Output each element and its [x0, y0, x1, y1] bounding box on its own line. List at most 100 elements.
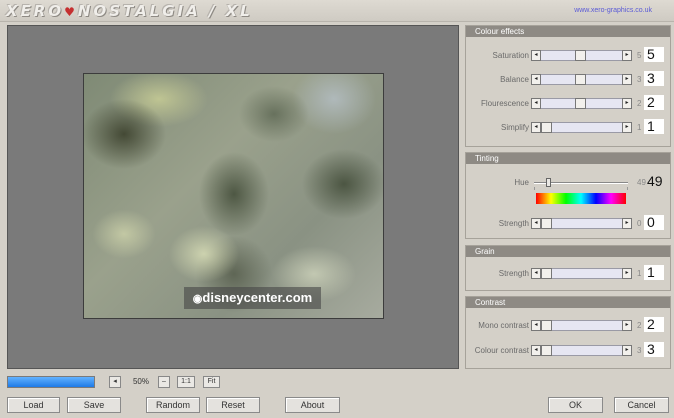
- app-title-left: XERO: [6, 2, 65, 20]
- progress-bar: [7, 376, 95, 388]
- hue-slider[interactable]: [534, 178, 628, 187]
- colour-contrast-slider-thumb[interactable]: [541, 345, 552, 356]
- mono-contrast-label: Mono contrast: [478, 321, 529, 330]
- colour-contrast-left-arrow-icon[interactable]: ◂: [531, 345, 541, 356]
- colour-contrast-right-arrow-icon[interactable]: ▸: [622, 345, 632, 356]
- flourescence-right-arrow-icon[interactable]: ▸: [622, 98, 632, 109]
- balance-right-arrow-icon[interactable]: ▸: [622, 74, 632, 85]
- load-button[interactable]: Load: [7, 397, 60, 413]
- balance-row: Balance ◂ ▸ 3 3: [466, 71, 670, 86]
- flourescence-label: Flourescence: [480, 99, 529, 108]
- grain-strength-right-arrow-icon[interactable]: ▸: [622, 268, 632, 279]
- tinting-section: Tinting Hue 49 49 Strength ◂ ▸ 0 0: [465, 152, 671, 239]
- tint-strength-value[interactable]: 0: [644, 215, 664, 230]
- saturation-value[interactable]: 5: [644, 47, 664, 62]
- flourescence-value[interactable]: 2: [644, 95, 664, 110]
- mono-contrast-small-value: 2: [637, 321, 642, 330]
- tint-strength-left-arrow-icon[interactable]: ◂: [531, 218, 541, 229]
- watermark-text: disneycenter.com: [202, 290, 313, 305]
- colour-effects-section: Colour effects Saturation ◂ ▸ 5 5 Balance ◂ ▸ 3 3…: [465, 25, 671, 147]
- simplify-slider-thumb[interactable]: [541, 122, 552, 133]
- contrast-header: Contrast: [466, 297, 670, 308]
- grain-strength-label: Strength: [498, 269, 529, 278]
- grain-strength-slider[interactable]: ◂ ▸: [531, 268, 632, 279]
- hue-row: Hue 49 49: [466, 174, 670, 190]
- saturation-slider[interactable]: ◂ ▸: [531, 50, 632, 61]
- tint-strength-slider[interactable]: ◂ ▸: [531, 218, 632, 229]
- website-link[interactable]: www.xero-graphics.co.uk: [574, 7, 652, 14]
- grain-strength-small-value: 1: [637, 269, 642, 278]
- balance-left-arrow-icon[interactable]: ◂: [531, 74, 541, 85]
- balance-value[interactable]: 3: [644, 71, 664, 86]
- hue-slider-thumb[interactable]: [545, 178, 551, 187]
- mickey-logo-icon: ◉: [192, 293, 203, 305]
- progress-fill: [8, 377, 94, 387]
- simplify-label: Simplify: [500, 123, 529, 132]
- heart-logo-icon: ♥: [64, 5, 78, 19]
- saturation-slider-thumb[interactable]: [575, 50, 586, 61]
- zoom-1to1-button[interactable]: 1:1: [177, 376, 195, 388]
- zoom-in-arrow-icon[interactable]: ◂: [109, 376, 121, 388]
- mono-contrast-right-arrow-icon[interactable]: ▸: [622, 320, 632, 331]
- grain-header: Grain: [466, 246, 670, 257]
- simplify-right-arrow-icon[interactable]: ▸: [622, 122, 632, 133]
- hue-label: Hue: [514, 178, 529, 187]
- title-bar: XERO♥NOSTALGIA / XL www.xero-graphics.co…: [0, 0, 674, 22]
- tint-strength-slider-thumb[interactable]: [541, 218, 552, 229]
- simplify-left-arrow-icon[interactable]: ◂: [531, 122, 541, 133]
- hue-ticks: [534, 187, 628, 190]
- simplify-small-value: 1: [637, 123, 642, 132]
- grain-section: Grain Strength ◂ ▸ 1 1: [465, 245, 671, 291]
- simplify-row: Simplify ◂ ▸ 1 1: [466, 119, 670, 134]
- colour-contrast-small-value: 3: [637, 346, 642, 355]
- colour-contrast-slider[interactable]: ◂ ▸: [531, 345, 632, 356]
- zoom-value: 50%: [132, 377, 149, 386]
- contrast-section: Contrast Mono contrast ◂ ▸ 2 2 Colour contras…: [465, 296, 671, 369]
- save-button[interactable]: Save: [67, 397, 121, 413]
- grain-strength-slider-thumb[interactable]: [541, 268, 552, 279]
- mono-contrast-slider[interactable]: ◂ ▸: [531, 320, 632, 331]
- colour-effects-header: Colour effects: [466, 26, 670, 37]
- flourescence-left-arrow-icon[interactable]: ◂: [531, 98, 541, 109]
- mono-contrast-row: Mono contrast ◂ ▸ 2 2: [466, 317, 670, 332]
- simplify-slider[interactable]: ◂ ▸: [531, 122, 632, 133]
- saturation-label: Saturation: [492, 51, 529, 60]
- flourescence-row: Flourescence ◂ ▸ 2 2: [466, 95, 670, 110]
- grain-strength-value[interactable]: 1: [644, 265, 664, 280]
- zoom-bar: ◂ 50% – 1:1 Fit: [7, 376, 462, 390]
- tint-strength-right-arrow-icon[interactable]: ▸: [622, 218, 632, 229]
- tint-strength-small-value: 0: [637, 219, 642, 228]
- flourescence-slider-thumb[interactable]: [575, 98, 586, 109]
- preview-panel: ◉disneycenter.com: [7, 25, 459, 369]
- balance-slider-thumb[interactable]: [575, 74, 586, 85]
- simplify-value[interactable]: 1: [644, 119, 664, 134]
- tinting-header: Tinting: [466, 153, 670, 164]
- about-button[interactable]: About: [285, 397, 340, 413]
- flourescence-slider[interactable]: ◂ ▸: [531, 98, 632, 109]
- grain-strength-row: Strength ◂ ▸ 1 1: [466, 265, 670, 280]
- mono-contrast-left-arrow-icon[interactable]: ◂: [531, 320, 541, 331]
- grain-strength-left-arrow-icon[interactable]: ◂: [531, 268, 541, 279]
- saturation-right-arrow-icon[interactable]: ▸: [622, 50, 632, 61]
- balance-slider[interactable]: ◂ ▸: [531, 74, 632, 85]
- saturation-left-arrow-icon[interactable]: ◂: [531, 50, 541, 61]
- colour-contrast-row: Colour contrast ◂ ▸ 3 3: [466, 342, 670, 357]
- mono-contrast-value[interactable]: 2: [644, 317, 664, 332]
- tint-strength-label: Strength: [498, 219, 529, 228]
- hue-value[interactable]: 49: [644, 174, 664, 189]
- saturation-small-value: 5: [637, 51, 642, 60]
- ok-button[interactable]: OK: [548, 397, 603, 413]
- zoom-out-button[interactable]: –: [158, 376, 170, 388]
- preview-image[interactable]: ◉disneycenter.com: [83, 73, 384, 319]
- zoom-fit-button[interactable]: Fit: [203, 376, 220, 388]
- cancel-button[interactable]: Cancel: [614, 397, 669, 413]
- watermark: ◉disneycenter.com: [184, 287, 321, 309]
- reset-button[interactable]: Reset: [206, 397, 260, 413]
- random-button[interactable]: Random: [146, 397, 200, 413]
- flourescence-small-value: 2: [637, 99, 642, 108]
- balance-label: Balance: [500, 75, 529, 84]
- mono-contrast-slider-thumb[interactable]: [541, 320, 552, 331]
- colour-contrast-value[interactable]: 3: [644, 342, 664, 357]
- hue-spectrum: [536, 193, 626, 204]
- app-title: XERO♥NOSTALGIA / XL: [6, 2, 253, 20]
